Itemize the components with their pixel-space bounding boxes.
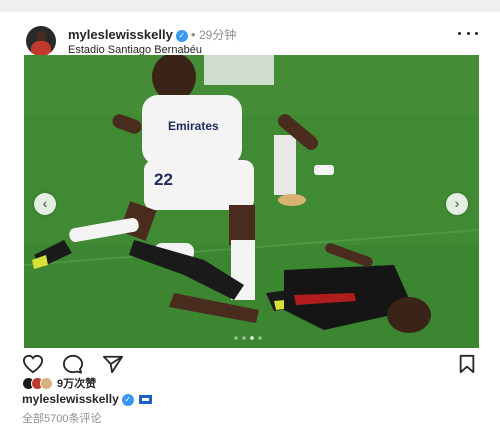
- avatar-shirt: [31, 41, 51, 56]
- bookmark-icon[interactable]: [458, 354, 476, 374]
- view-comments-link[interactable]: 全部5700条评论: [22, 410, 101, 426]
- carousel-prev-chevron-left-icon[interactable]: ‹: [34, 193, 56, 215]
- avatar[interactable]: [26, 26, 56, 56]
- post-media[interactable]: Emirates 22: [24, 55, 479, 348]
- send-icon[interactable]: [102, 354, 124, 374]
- more-options-icon[interactable]: [458, 26, 478, 40]
- username-link[interactable]: myleslewisskelly: [68, 27, 173, 42]
- caption: myleslewisskelly ✓: [22, 392, 152, 406]
- jersey-number: 22: [154, 170, 173, 189]
- liker-avatar: [40, 376, 53, 390]
- football-photo: Emirates 22: [24, 55, 479, 348]
- verified-badge-icon: ✓: [175, 29, 188, 42]
- likes-text: 9万次赞: [57, 378, 97, 390]
- post-header-user: myleslewisskelly ✓ • 29分钟: [68, 26, 236, 43]
- carousel-next-chevron-right-icon[interactable]: ›: [446, 193, 468, 215]
- heart-icon[interactable]: [22, 354, 44, 374]
- likes-count[interactable]: 9万次赞: [22, 376, 96, 390]
- time-separator: •: [190, 27, 196, 42]
- comment-icon[interactable]: [62, 354, 84, 374]
- flag-icon: [138, 395, 152, 405]
- caption-username[interactable]: myleslewisskelly: [22, 392, 119, 406]
- verified-badge-icon: ✓: [121, 393, 134, 406]
- top-strip: [0, 0, 500, 12]
- instagram-post: myleslewisskelly ✓ • 29分钟 Estadio Santiago…: [0, 12, 500, 440]
- post-time: 29分钟: [199, 28, 237, 42]
- jersey-sponsor: Emirates: [168, 119, 219, 133]
